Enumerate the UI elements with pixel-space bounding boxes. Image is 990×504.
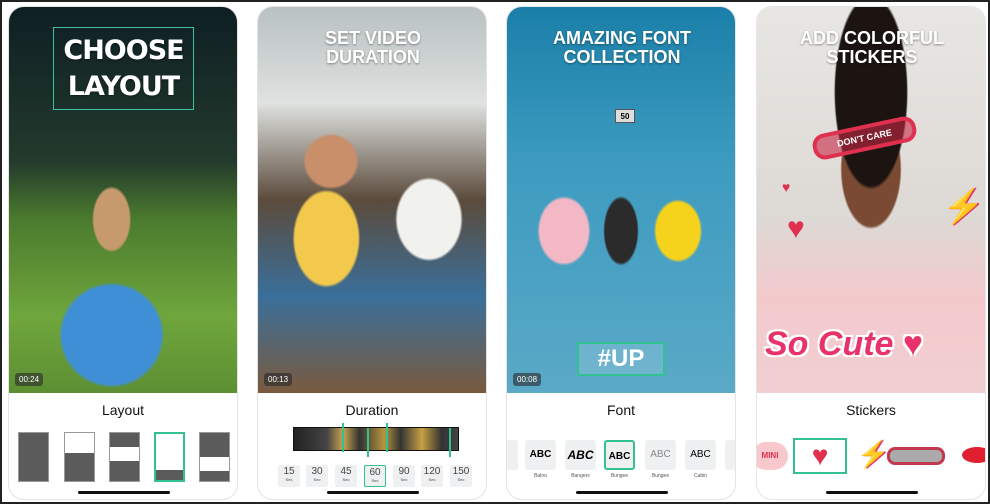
sticker-option-lips[interactable] xyxy=(962,447,985,463)
font-option-bangers[interactable]: ABC xyxy=(565,440,596,470)
duration-150[interactable]: 150 Sec xyxy=(450,465,472,487)
sticker-option-lightning[interactable]: ⚡ xyxy=(857,439,889,470)
sticker-option-heart-selected[interactable]: ♥ xyxy=(793,438,847,474)
sticker-option-mini[interactable]: MINI xyxy=(757,442,788,470)
headline: CHOOSE LAYOUT xyxy=(53,27,194,110)
layout-option-2[interactable] xyxy=(64,432,95,482)
trim-handle-end[interactable] xyxy=(449,428,451,457)
home-indicator xyxy=(576,491,668,494)
trim-handle[interactable] xyxy=(386,423,388,452)
section-label: Font xyxy=(606,402,635,418)
font-option-bungee-selected[interactable]: ABC xyxy=(604,440,635,470)
font-option[interactable]: C xyxy=(507,440,518,470)
headline: SET VIDEO DURATION xyxy=(324,28,422,67)
screen-layout: CHOOSE LAYOUT 00:24 Layout xyxy=(8,6,238,500)
layout-option-1[interactable] xyxy=(18,432,49,482)
duration-45[interactable]: 45 Sec xyxy=(335,465,357,487)
section-label: Duration xyxy=(345,402,399,418)
video-preview: AMAZING FONT COLLECTION 50 #UP 00:08 xyxy=(507,7,735,393)
home-indicator xyxy=(78,491,170,494)
duration-30[interactable]: 30 Sec xyxy=(306,465,328,487)
home-indicator xyxy=(826,491,918,494)
layout-option-5[interactable] xyxy=(199,432,230,482)
layout-option-4-selected[interactable] xyxy=(154,432,185,482)
font-option-cabin[interactable]: ABC xyxy=(685,440,716,470)
duration-90[interactable]: 90 Sec xyxy=(393,465,415,487)
trim-handle-start[interactable] xyxy=(342,423,344,452)
headline: ADD COLORFUL STICKERS xyxy=(800,28,944,67)
timestamp: 00:24 xyxy=(15,373,44,386)
duration-15[interactable]: 15 Sec xyxy=(278,465,300,487)
section-label: Stickers xyxy=(846,402,896,418)
video-preview: CHOOSE LAYOUT 00:24 xyxy=(9,7,237,393)
layout-options xyxy=(9,432,237,484)
section-label: Layout xyxy=(101,402,145,418)
heart-sticker[interactable]: ♥ xyxy=(787,212,805,246)
font-option[interactable]: A xyxy=(725,440,735,470)
glasses-sticker[interactable]: DON'T CARE xyxy=(810,114,919,162)
font-option-bungee-outline[interactable]: ABC xyxy=(645,440,676,470)
sticker-option-glasses[interactable] xyxy=(887,447,945,465)
text-sticker[interactable]: So Cute ♥ xyxy=(765,325,923,364)
text-overlay[interactable]: #UP xyxy=(577,342,665,376)
screen-duration: SET VIDEO DURATION 00:13 Duration 15 Sec … xyxy=(257,6,487,500)
video-preview: ADD COLORFUL STICKERS DON'T CARE ♥ ♥ ⚡ S… xyxy=(757,7,985,393)
heart-sticker-small[interactable]: ♥ xyxy=(782,179,790,195)
layout-option-3[interactable] xyxy=(109,432,140,482)
timestamp: 00:13 xyxy=(264,373,293,386)
lightning-sticker[interactable]: ⚡ xyxy=(942,187,984,227)
trim-handle[interactable] xyxy=(367,428,369,457)
screen-font: AMAZING FONT COLLECTION 50 #UP 00:08 Fon… xyxy=(506,6,736,500)
duration-120[interactable]: 120 Sec xyxy=(421,465,443,487)
video-preview: SET VIDEO DURATION 00:13 xyxy=(258,7,486,393)
font-option-baloo[interactable]: ABC xyxy=(525,440,556,470)
timestamp: 00:08 xyxy=(513,373,542,386)
duration-60-selected[interactable]: 60 Sec xyxy=(364,465,386,487)
home-indicator xyxy=(327,491,419,494)
video-timeline[interactable] xyxy=(293,423,459,457)
chair-number-sign: 50 xyxy=(615,109,635,123)
screen-stickers: ADD COLORFUL STICKERS DON'T CARE ♥ ♥ ⚡ S… xyxy=(756,6,986,500)
headline: AMAZING FONT COLLECTION xyxy=(553,28,691,67)
